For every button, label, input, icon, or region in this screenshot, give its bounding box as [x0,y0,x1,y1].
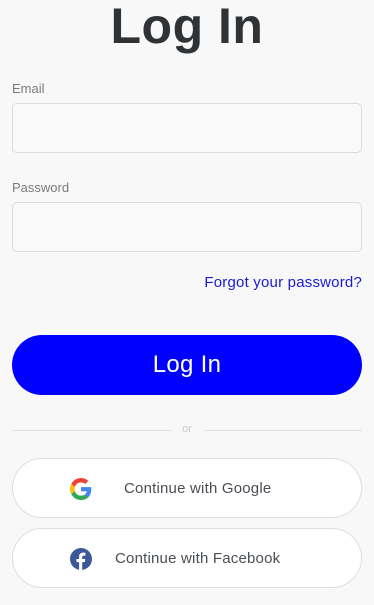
continue-with-google-button[interactable]: Continue with Google [12,458,362,518]
page-title: Log In [110,0,264,54]
divider-line-right [204,430,362,431]
email-label: Email [12,81,45,96]
forgot-password-link[interactable]: Forgot your password? [204,274,362,291]
or-divider: or [12,423,362,439]
divider-text: or [182,423,192,435]
password-label: Password [12,180,70,195]
facebook-button-label: Continue with Facebook [115,550,281,567]
login-page: Log In Email Password Forgot your passwo… [0,0,374,605]
password-input[interactable] [12,202,362,252]
email-input[interactable] [12,103,362,153]
google-button-label: Continue with Google [124,480,272,497]
continue-with-facebook-button[interactable]: Continue with Facebook [12,528,362,588]
login-button[interactable]: Log In [12,335,362,395]
